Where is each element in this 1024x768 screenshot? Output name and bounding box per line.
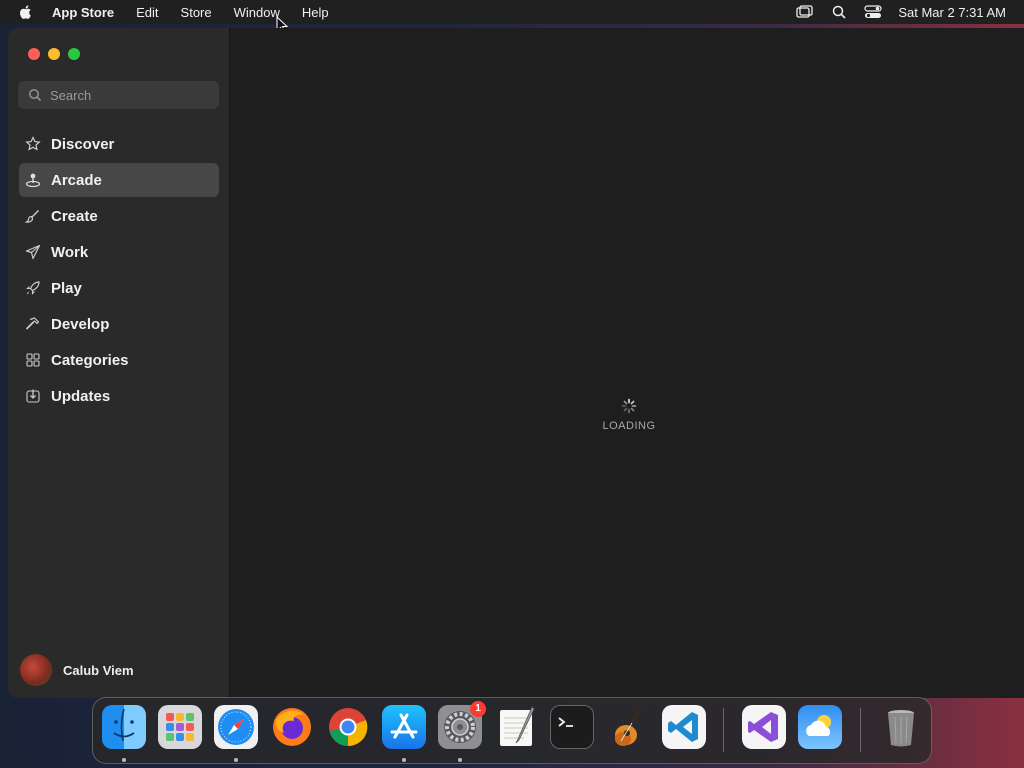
status-area: Sat Mar 2 7:31 AM xyxy=(780,0,1006,24)
running-indicator xyxy=(458,758,462,762)
sidebar-item-discover[interactable]: Discover xyxy=(19,127,219,161)
window-controls xyxy=(28,48,80,60)
dock: 1 xyxy=(92,697,932,764)
app-store-window: Discover Arcade Create Work Play Develop xyxy=(8,28,1024,698)
notification-badge: 1 xyxy=(470,701,486,717)
search-field[interactable] xyxy=(18,81,219,109)
launchpad-icon[interactable] xyxy=(158,705,202,749)
sidebar-item-label: Categories xyxy=(51,351,129,369)
loading-label: LOADING xyxy=(602,420,656,432)
sidebar-item-develop[interactable]: Develop xyxy=(19,307,219,341)
dock-separator xyxy=(723,708,724,752)
control-center-icon[interactable] xyxy=(864,5,882,19)
chrome-icon[interactable] xyxy=(326,705,370,749)
sidebar-nav: Discover Arcade Create Work Play Develop xyxy=(19,127,219,415)
running-indicator xyxy=(122,758,126,762)
sidebar-item-categories[interactable]: Categories xyxy=(19,343,219,377)
safari-icon[interactable] xyxy=(214,705,258,749)
running-indicator xyxy=(402,758,406,762)
system-settings-icon[interactable]: 1 xyxy=(438,701,486,749)
menu-bar: App Store Edit Store Window Help Sat Mar… xyxy=(0,0,1024,24)
rocket-icon xyxy=(25,280,41,296)
spinner-icon xyxy=(621,398,637,414)
sidebar-item-label: Updates xyxy=(51,387,111,405)
firefox-icon[interactable] xyxy=(270,705,314,749)
screen-mirroring-icon[interactable] xyxy=(796,5,814,19)
sidebar-item-label: Work xyxy=(51,243,89,261)
main-content: LOADING xyxy=(230,28,1024,698)
download-icon xyxy=(25,388,41,404)
menu-help[interactable]: Help xyxy=(302,5,329,20)
avatar xyxy=(20,654,52,686)
sidebar-item-play[interactable]: Play xyxy=(19,271,219,305)
star-icon xyxy=(25,136,41,152)
close-button[interactable] xyxy=(28,48,40,60)
apple-menu-icon[interactable] xyxy=(18,4,34,20)
sidebar-item-work[interactable]: Work xyxy=(19,235,219,269)
app-store-icon[interactable] xyxy=(382,705,426,749)
dock-separator xyxy=(860,708,861,752)
sidebar-item-arcade[interactable]: Arcade xyxy=(19,163,219,197)
account-button[interactable]: Calub Viem xyxy=(20,654,134,686)
user-name: Calub Viem xyxy=(63,662,134,678)
loading-indicator: LOADING xyxy=(599,398,659,432)
finder-icon[interactable] xyxy=(102,705,146,749)
hammer-icon xyxy=(25,316,41,332)
sidebar-item-updates[interactable]: Updates xyxy=(19,379,219,413)
visual-studio-icon[interactable] xyxy=(742,705,786,749)
minimize-button[interactable] xyxy=(48,48,60,60)
joystick-icon xyxy=(25,172,41,188)
running-indicator xyxy=(234,758,238,762)
menu-window[interactable]: Window xyxy=(234,5,280,20)
textedit-icon[interactable] xyxy=(494,705,538,749)
vscode-icon[interactable] xyxy=(662,705,706,749)
garageband-icon[interactable] xyxy=(606,705,650,749)
sidebar-item-label: Develop xyxy=(51,315,110,333)
sidebar-item-label: Discover xyxy=(51,135,115,153)
sidebar-item-create[interactable]: Create xyxy=(19,199,219,233)
menu-app-name[interactable]: App Store xyxy=(52,5,114,20)
search-icon xyxy=(29,89,42,102)
sidebar-item-label: Play xyxy=(51,279,82,297)
sidebar-item-label: Create xyxy=(51,207,98,225)
sidebar-item-label: Arcade xyxy=(51,171,102,189)
trash-icon[interactable] xyxy=(879,705,923,749)
terminal-icon[interactable] xyxy=(550,705,594,749)
menu-edit[interactable]: Edit xyxy=(136,5,158,20)
menu-store[interactable]: Store xyxy=(181,5,212,20)
grid-icon xyxy=(25,352,41,368)
spotlight-search-icon[interactable] xyxy=(830,5,848,19)
paper-plane-icon xyxy=(25,244,41,260)
zoom-button[interactable] xyxy=(68,48,80,60)
search-input[interactable] xyxy=(50,87,200,103)
menu-bar-clock[interactable]: Sat Mar 2 7:31 AM xyxy=(898,5,1006,20)
brush-icon xyxy=(25,208,41,224)
weather-icon[interactable] xyxy=(798,705,842,749)
sidebar: Discover Arcade Create Work Play Develop xyxy=(8,28,230,698)
